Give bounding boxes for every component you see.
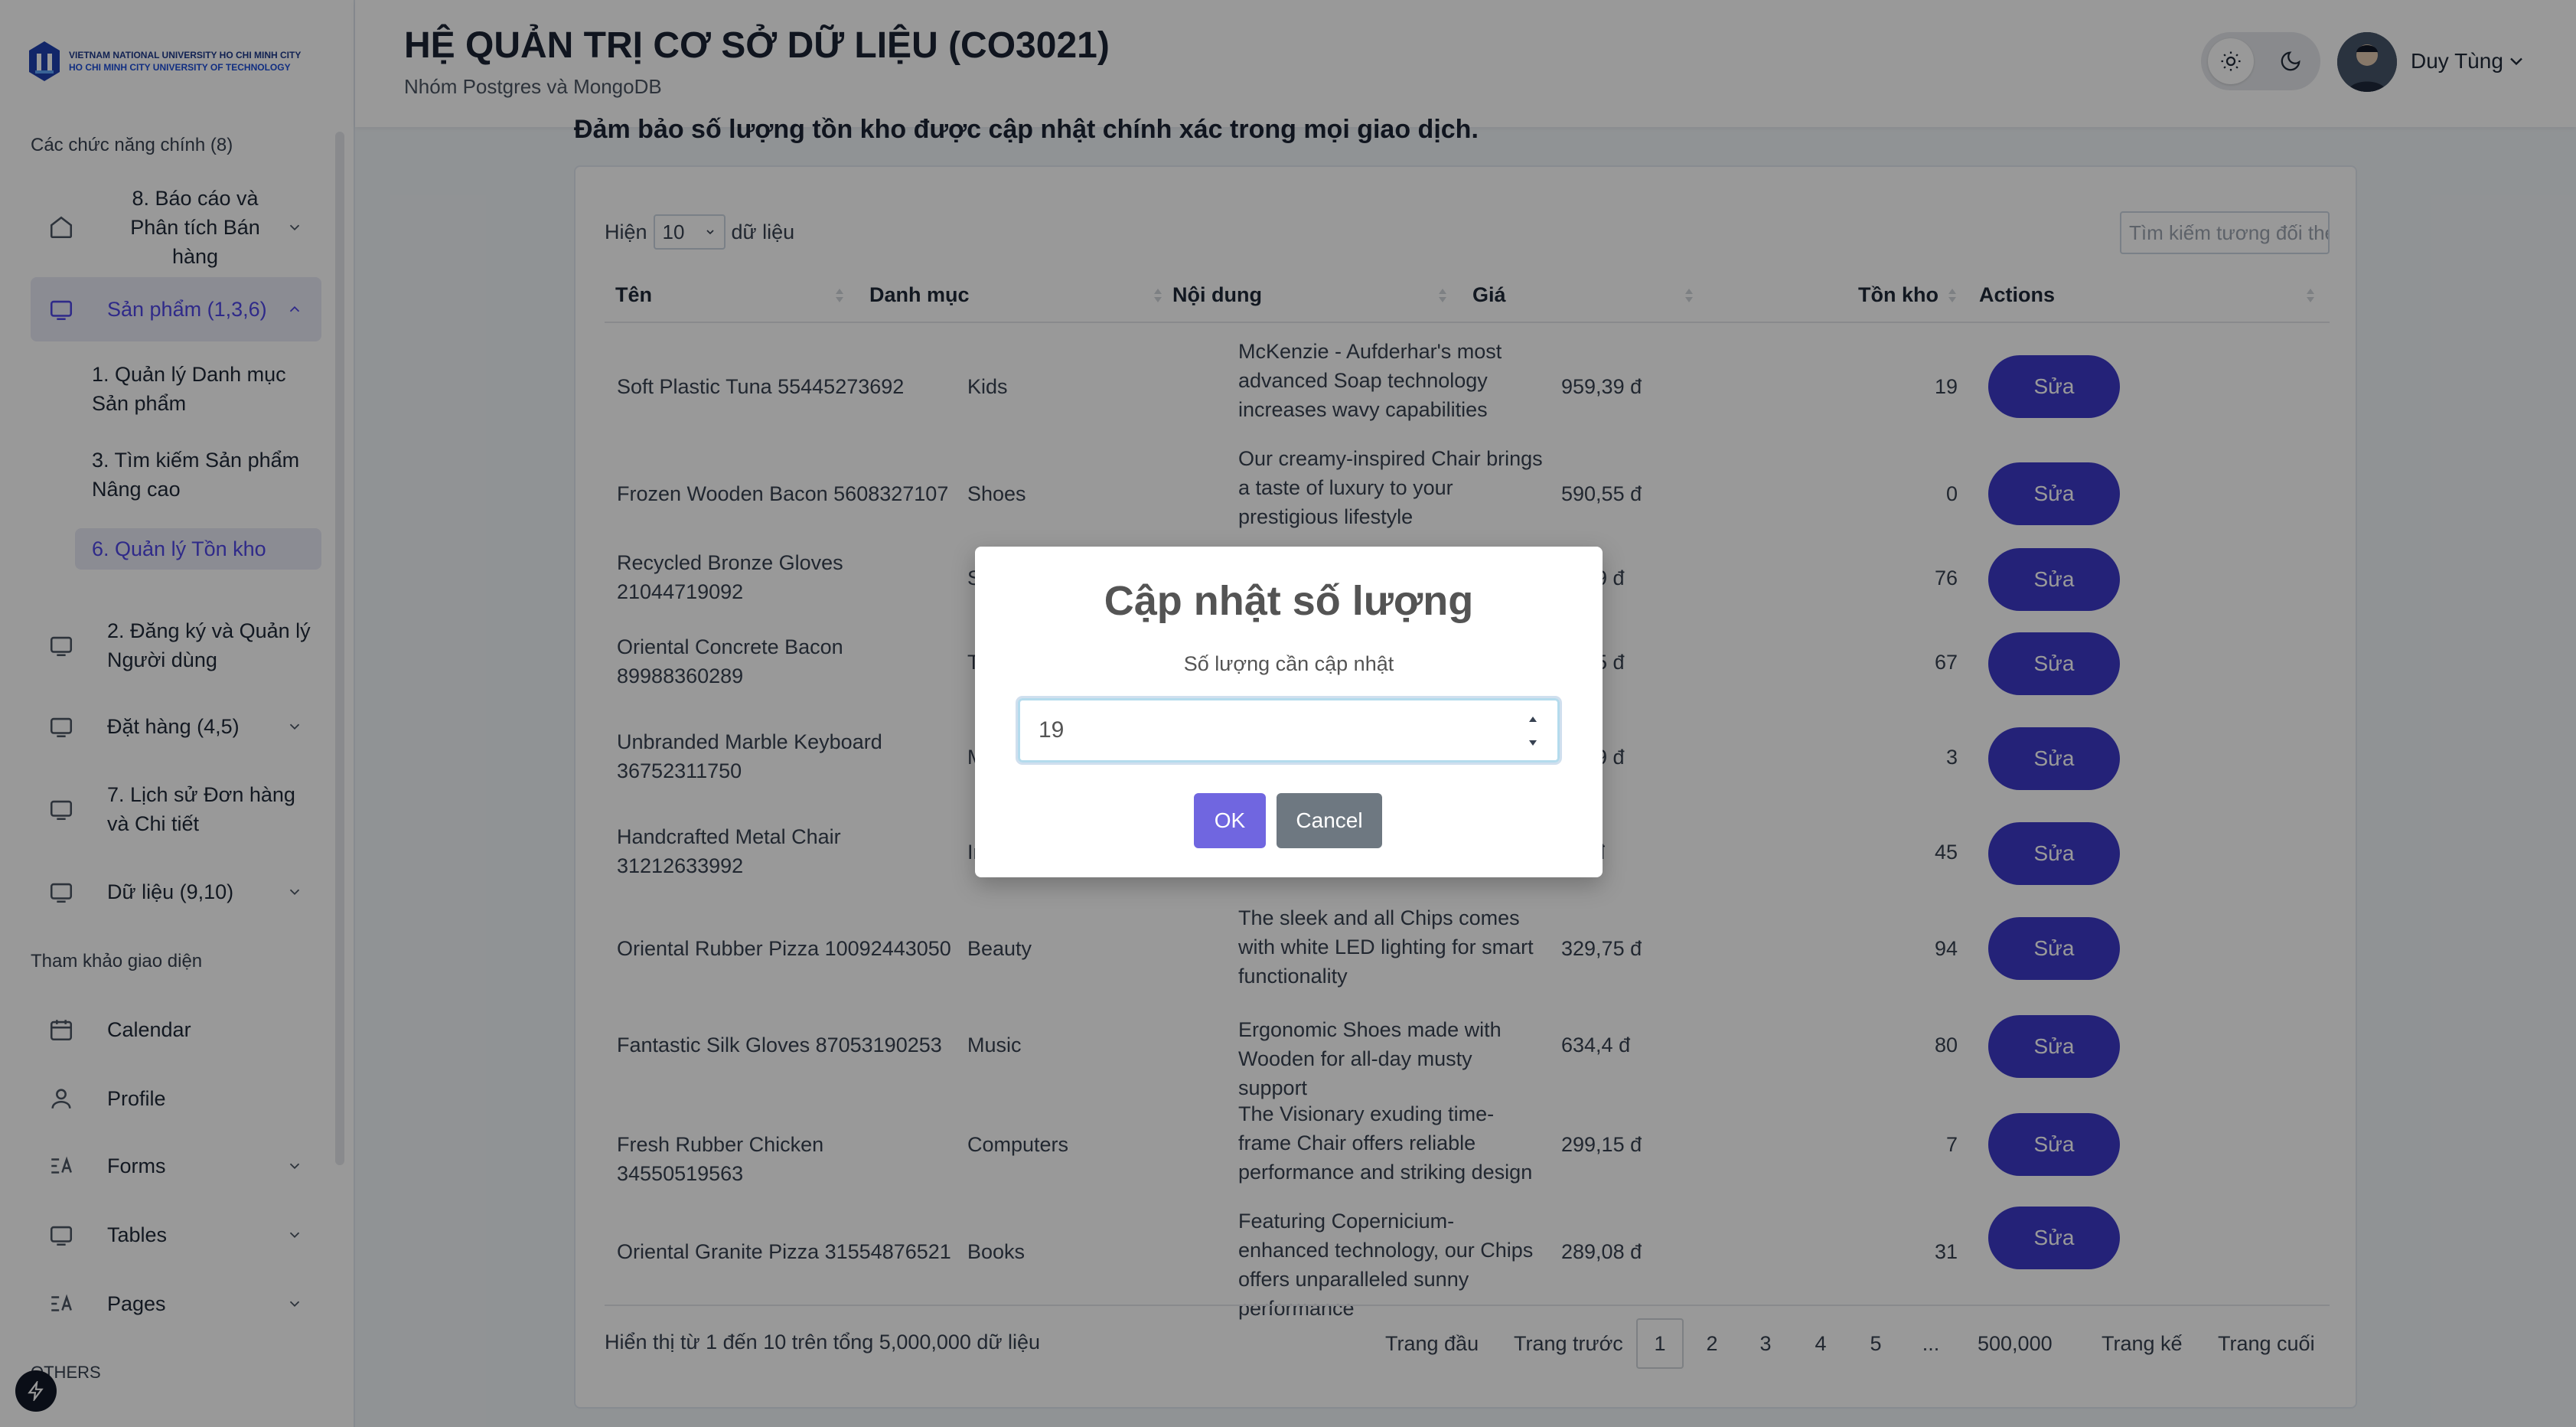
stepper-up-icon[interactable] <box>1527 714 1539 725</box>
ok-button[interactable]: OK <box>1194 793 1266 848</box>
number-stepper[interactable] <box>1525 714 1541 748</box>
stepper-down-icon[interactable] <box>1527 737 1539 748</box>
quantity-value: 19 <box>1039 717 1065 743</box>
cancel-button[interactable]: Cancel <box>1277 793 1382 848</box>
quantity-input[interactable]: 19 <box>1018 698 1560 762</box>
dialog-title: Cập nhật số lượng <box>1104 578 1474 624</box>
update-quantity-dialog: Cập nhật số lượng Số lượng cần cập nhật … <box>975 547 1603 877</box>
dialog-label: Số lượng cần cập nhật <box>1183 652 1394 675</box>
